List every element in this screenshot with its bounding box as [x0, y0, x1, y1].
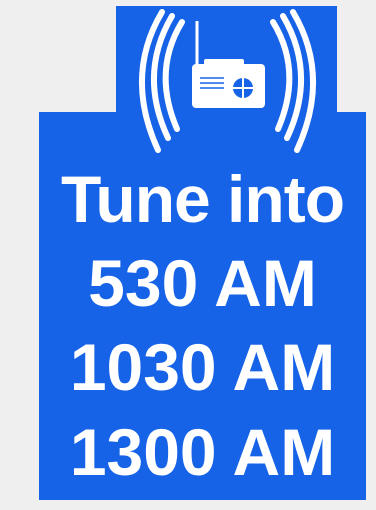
- frequency-530: 530 AM: [88, 246, 317, 320]
- radio-station-sign: Tune into 530 AM 1030 AM 1300 AM: [0, 0, 376, 510]
- headline-text: Tune into: [60, 162, 345, 236]
- frequency-1300: 1300 AM: [69, 415, 336, 489]
- radio-broadcast-icon: [138, 9, 317, 153]
- frequency-1030: 1030 AM: [69, 330, 336, 404]
